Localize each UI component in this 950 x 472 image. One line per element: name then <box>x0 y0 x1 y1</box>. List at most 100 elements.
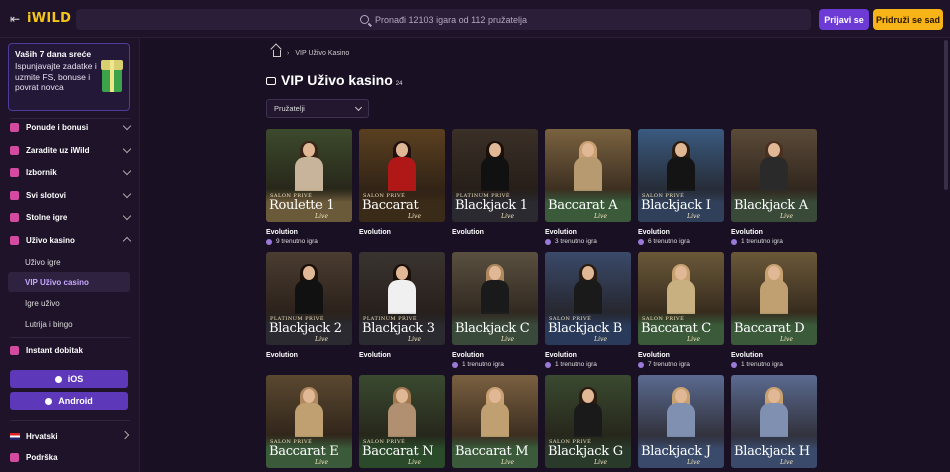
user-icon <box>545 361 551 368</box>
dealer-image <box>573 387 603 437</box>
sidebar-item-menu[interactable]: Izbornik <box>0 161 140 183</box>
menu-icon <box>10 167 19 177</box>
dealer-image <box>759 387 789 437</box>
promo-text: Ispunjavajte zadatke i uzmite FS, bonuse… <box>15 61 97 92</box>
live-label: Live <box>687 213 700 220</box>
support-label: Podrška <box>26 452 58 462</box>
live-casino-icon <box>266 77 276 85</box>
game-tile[interactable]: PLATINUM PRIVÉ Blackjack 2 Live <box>266 252 352 345</box>
android-icon <box>45 397 53 405</box>
game-provider: Evolution <box>731 352 763 359</box>
sidebar-item-table-games[interactable]: Stolne igre <box>0 206 140 228</box>
apple-icon <box>54 375 62 383</box>
game-name: Baccarat D <box>734 321 805 336</box>
game-name: Blackjack I <box>641 198 711 213</box>
game-tile[interactable]: SALON PRIVÉ Roulette 1 Live <box>266 129 352 222</box>
live-label: Live <box>501 459 514 466</box>
dealer-image <box>387 264 417 314</box>
live-label: Live <box>780 459 793 466</box>
live-label: Live <box>315 459 328 466</box>
game-tile[interactable]: SALON PRIVÉ Baccarat C Live <box>638 252 724 345</box>
sidebar-item-slots[interactable]: Svi slotovi <box>0 184 140 206</box>
user-icon <box>638 238 644 245</box>
sidebar-item-offers[interactable]: Ponude i bonusi <box>0 116 140 138</box>
game-tile[interactable]: Blackjack C Live <box>452 252 538 345</box>
dealer-image <box>294 264 324 314</box>
page-heading: VIP Uživo kasino 24 <box>266 72 402 88</box>
dealer-image <box>294 387 324 437</box>
language-selector[interactable]: Hrvatski <box>0 425 140 447</box>
dealer-image <box>759 264 789 314</box>
game-name: Baccarat M <box>455 444 529 459</box>
live-icon <box>10 235 19 245</box>
chevron-right-icon: › <box>287 50 290 57</box>
dealer-image <box>294 141 324 191</box>
sidebar-item-label: Uživo kasino <box>26 235 75 245</box>
game-tile[interactable]: Baccarat A Live <box>545 129 631 222</box>
game-tile[interactable]: Blackjack J Live <box>638 375 724 468</box>
live-label: Live <box>315 336 328 343</box>
players-text: 3 trenutno igra <box>555 238 597 245</box>
live-label: Live <box>315 213 328 220</box>
game-tile[interactable]: Blackjack H Live <box>731 375 817 468</box>
players-count: 9 trenutno igra <box>266 238 318 245</box>
sidebar-item-instant-win[interactable]: Instant dobitak <box>0 339 140 361</box>
sidebar-item-earn[interactable]: Zaradite uz iWild <box>0 139 140 161</box>
chevron-down-icon <box>122 189 132 199</box>
game-tile[interactable]: SALON PRIVÉ Baccarat N Live <box>359 375 445 468</box>
players-text: 1 trenutno igra <box>741 361 783 368</box>
live-label: Live <box>408 336 421 343</box>
page-scrollbar[interactable] <box>944 40 948 190</box>
sidebar-subitem-vip-live-casino[interactable]: VIP Uživo casino <box>8 272 130 292</box>
sidebar-item-support[interactable]: Podrška <box>0 446 140 468</box>
dealer-image <box>480 141 510 191</box>
sidebar-item-label: Zaradite uz iWild <box>26 145 90 155</box>
game-provider: Evolution <box>266 352 298 359</box>
game-tile[interactable]: SALON PRIVÉ Baccarat E Live <box>266 375 352 468</box>
players-text: 1 trenutno igra <box>555 361 597 368</box>
sidebar-subitem-lottery-bingo[interactable]: Lutrija i bingo <box>8 314 130 334</box>
search-input[interactable]: Pronađi 12103 igara od 112 pružatelja <box>76 9 811 30</box>
game-tile[interactable]: SALON PRIVÉ Baccarat Live <box>359 129 445 222</box>
game-tile[interactable]: SALON PRIVÉ Blackjack I Live <box>638 129 724 222</box>
players-text: 9 trenutno igra <box>276 238 318 245</box>
game-name: Baccarat C <box>641 321 711 336</box>
game-tile[interactable]: Baccarat M Live <box>452 375 538 468</box>
game-provider: Evolution <box>545 229 577 236</box>
live-label: Live <box>594 336 607 343</box>
divider <box>10 420 130 421</box>
sidebar-item-label: Svi slotovi <box>26 190 67 200</box>
provider-filter-select[interactable]: Pružatelji <box>266 99 369 118</box>
live-label: Live <box>780 336 793 343</box>
sidebar-subitem-games-live[interactable]: Igre uživo <box>8 293 130 313</box>
game-tile[interactable]: PLATINUM PRIVÉ Blackjack 1 Live <box>452 129 538 222</box>
search-placeholder: Pronađi 12103 igara od 112 pružatelja <box>375 14 527 25</box>
login-button[interactable]: Prijavi se <box>819 9 869 30</box>
divider <box>10 337 130 338</box>
join-button[interactable]: Pridruži se sad <box>873 9 943 30</box>
game-name: Blackjack G <box>548 444 623 459</box>
game-tile[interactable]: PLATINUM PRIVÉ Blackjack 3 Live <box>359 252 445 345</box>
logo[interactable]: iWILD <box>27 11 71 26</box>
live-label: Live <box>780 213 793 220</box>
collapse-sidebar-icon[interactable]: ⇤ <box>8 12 22 26</box>
sidebar-subitem-live-games[interactable]: Uživo igre <box>8 252 130 272</box>
game-provider: Evolution <box>731 229 763 236</box>
dealer-image <box>480 387 510 437</box>
game-tile[interactable]: Blackjack A Live <box>731 129 817 222</box>
promo-card[interactable]: Vaših 7 dana sreće Ispunjavajte zadatke … <box>8 43 130 111</box>
sidebar-item-live-casino[interactable]: Uživo kasino <box>0 229 140 251</box>
ios-app-button[interactable]: iOS <box>10 370 128 388</box>
game-tile[interactable]: Baccarat D Live <box>731 252 817 345</box>
user-icon <box>731 238 737 245</box>
home-icon[interactable] <box>273 50 281 57</box>
game-name: Baccarat N <box>362 444 434 459</box>
game-name: Roulette 1 <box>269 198 335 213</box>
game-tile[interactable]: SALON PRIVÉ Blackjack B Live <box>545 252 631 345</box>
dealer-image <box>387 387 417 437</box>
android-app-button[interactable]: Android <box>10 392 128 410</box>
dealer-image <box>666 264 696 314</box>
dealer-image <box>480 264 510 314</box>
game-tile[interactable]: SALON PRIVÉ Blackjack G Live <box>545 375 631 468</box>
players-text: 6 trenutno igra <box>648 238 690 245</box>
